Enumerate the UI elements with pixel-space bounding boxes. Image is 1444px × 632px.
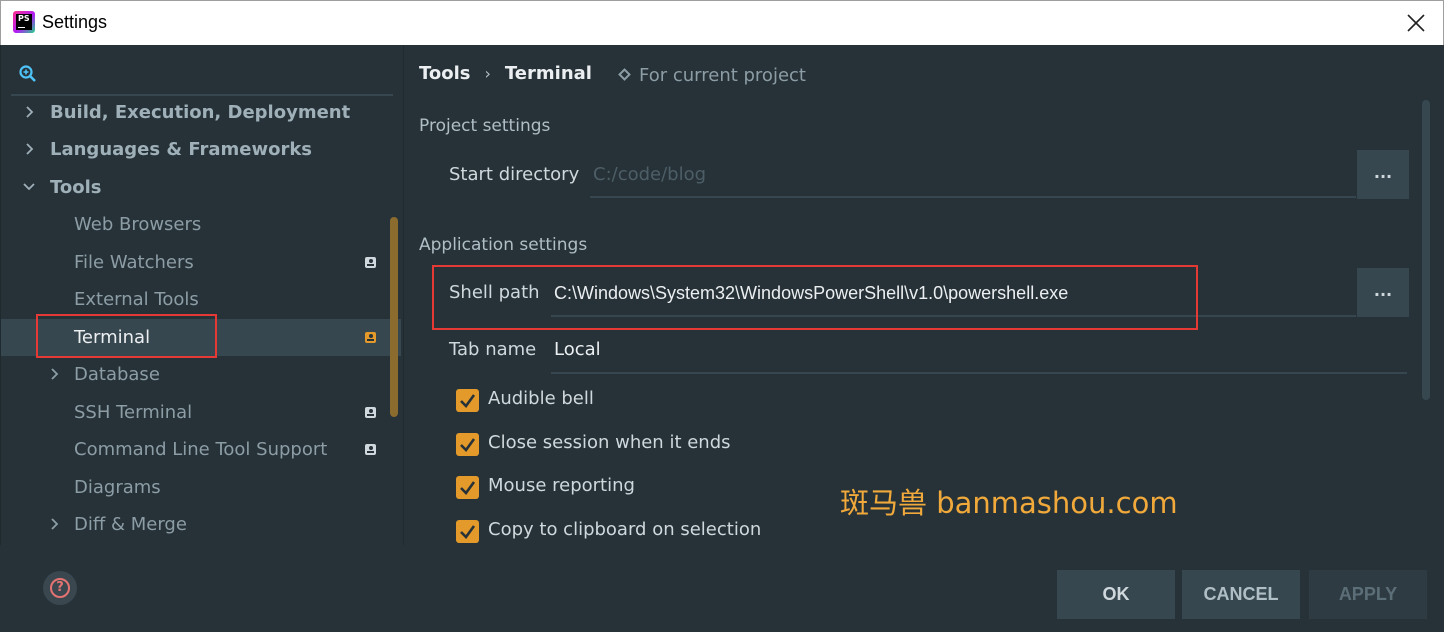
tree-item-external-tools[interactable]: External Tools (1, 281, 401, 318)
cancel-button[interactable]: CANCEL (1182, 570, 1300, 619)
checkbox-label: Audible bell (488, 388, 594, 409)
checkmark-icon (460, 394, 476, 408)
tree-item-label: Diff & Merge (74, 514, 187, 535)
close-icon (1407, 14, 1425, 32)
shell-path-browse-button[interactable]: ... (1357, 268, 1409, 317)
start-directory-underline (590, 196, 1356, 198)
chevron-right-icon (26, 106, 34, 118)
tree-item-diff-merge[interactable]: Diff & Merge (1, 506, 401, 543)
settings-tree-panel: Build, Execution, Deployment Languages &… (0, 45, 403, 545)
scope-label: For current project (639, 65, 806, 86)
tree-item-label: SSH Terminal (74, 402, 193, 423)
settings-scrollbar[interactable] (1422, 100, 1430, 400)
tree-item-label: Tools (50, 177, 102, 198)
project-scope-icon (618, 68, 631, 81)
watermark-text: 斑马兽 banmashou.com (840, 486, 1178, 520)
checkmark-icon (460, 438, 476, 452)
project-scope-icon (365, 444, 376, 455)
tree-item-file-watchers[interactable]: File Watchers (1, 244, 401, 281)
window-title: Settings (42, 12, 108, 32)
terminal-settings-panel: Tools › Terminal For current project Proje… (403, 45, 1443, 545)
tree-item-label: Database (74, 364, 160, 385)
tree-item-languages-frameworks[interactable]: Languages & Frameworks (1, 131, 401, 168)
ok-button[interactable]: OK (1057, 570, 1175, 619)
chevron-down-icon (23, 183, 35, 191)
terminal-highlight-box (36, 314, 217, 358)
tree-item-label: External Tools (74, 289, 199, 310)
tree-scrollbar[interactable] (390, 217, 398, 417)
apply-button[interactable]: APPLY (1309, 570, 1427, 619)
checkbox-checked[interactable] (456, 389, 479, 412)
checkbox-label: Mouse reporting (488, 475, 635, 496)
checkmark-icon (460, 481, 476, 495)
close-window-button[interactable] (1403, 10, 1429, 36)
tree-item-label: Build, Execution, Deployment (50, 102, 351, 123)
tree-item-label: Command Line Tool Support (74, 439, 328, 460)
search-icon (19, 65, 36, 82)
project-scope-icon (365, 407, 376, 418)
tree-item-diagrams[interactable]: Diagrams (1, 469, 401, 506)
search-input[interactable] (18, 64, 38, 84)
project-scope-icon (365, 332, 376, 343)
scope-indicator: For current project (618, 65, 806, 86)
checkbox-label: Copy to clipboard on selection (488, 519, 762, 540)
breadcrumb-separator: › (484, 64, 491, 83)
checkbox-checked[interactable] (456, 476, 479, 499)
project-settings-heading: Project settings (419, 116, 551, 136)
tree-item-build-execution-deployment[interactable]: Build, Execution, Deployment (1, 94, 401, 131)
phpstorm-app-icon: PS (13, 11, 35, 33)
application-settings-heading: Application settings (419, 235, 588, 255)
checkbox-checked[interactable] (456, 433, 479, 456)
checkmark-icon (460, 525, 476, 539)
app-icon-text: PS (16, 14, 32, 30)
start-directory-input[interactable]: C:/code/blog (593, 164, 706, 185)
tree-item-label: Web Browsers (74, 214, 202, 235)
start-directory-browse-button[interactable]: ... (1357, 150, 1409, 199)
chevron-right-icon (51, 368, 59, 380)
help-icon: ? (50, 578, 70, 598)
project-scope-icon (365, 257, 376, 268)
tab-name-label: Tab name (449, 339, 537, 360)
checkbox-checked[interactable] (456, 520, 479, 543)
tree-item-web-browsers[interactable]: Web Browsers (1, 206, 401, 243)
chevron-right-icon (26, 143, 34, 155)
tree-item-tools[interactable]: Tools (1, 169, 401, 206)
tree-item-ssh-terminal[interactable]: SSH Terminal (1, 394, 401, 431)
start-directory-label: Start directory (449, 164, 580, 185)
title-bar: PS Settings (0, 0, 1444, 45)
shell-path-highlight-box (432, 265, 1198, 330)
chevron-right-icon (51, 518, 59, 530)
tree-item-command-line-tool-support[interactable]: Command Line Tool Support (1, 431, 401, 468)
help-button[interactable]: ? (43, 571, 77, 605)
breadcrumb-parent: Tools (419, 63, 471, 84)
tree-item-label: File Watchers (74, 252, 194, 273)
breadcrumb-current: Terminal (504, 63, 592, 84)
tab-name-underline (551, 372, 1407, 374)
tree-item-label: Languages & Frameworks (50, 139, 313, 160)
breadcrumb: Tools › Terminal (419, 63, 592, 84)
tree-item-database[interactable]: Database (1, 356, 401, 393)
checkbox-label: Close session when it ends (488, 432, 731, 453)
tab-name-input[interactable]: Local (554, 339, 601, 360)
tree-item-label: Diagrams (74, 477, 161, 498)
